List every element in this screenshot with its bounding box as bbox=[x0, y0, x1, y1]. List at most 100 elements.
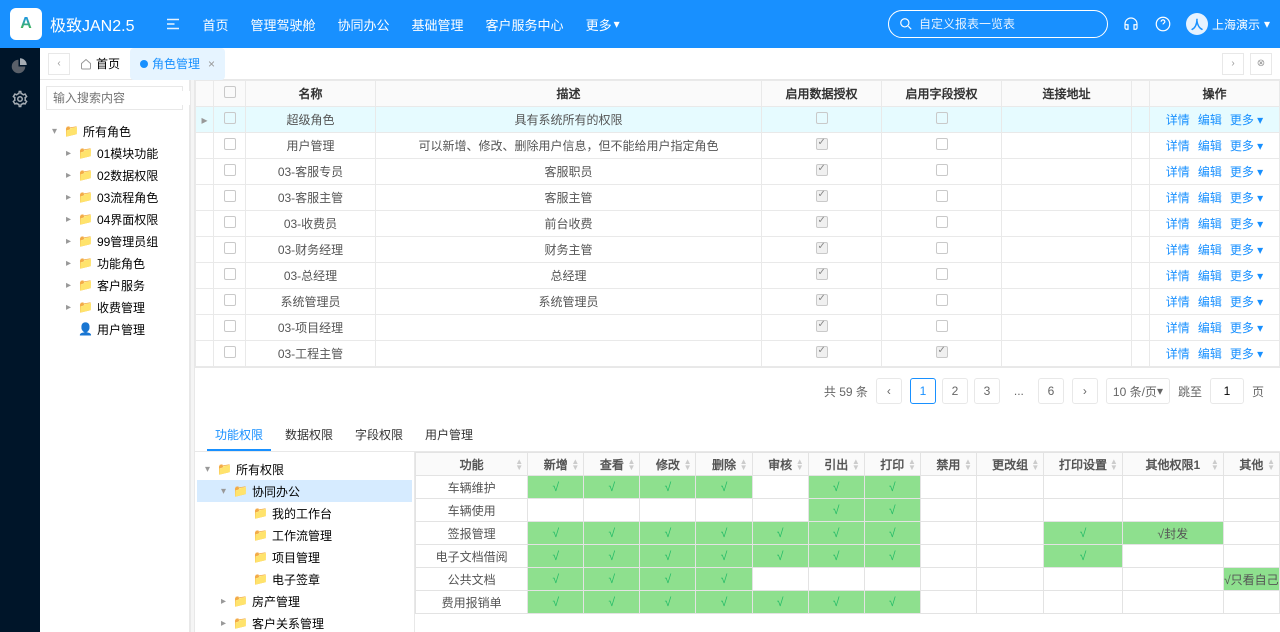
detail-link[interactable]: 详情 bbox=[1166, 217, 1190, 231]
edit-link[interactable]: 编辑 bbox=[1198, 269, 1222, 283]
perm-cell[interactable] bbox=[640, 499, 696, 522]
more-dropdown[interactable]: 更多 ▾ bbox=[1230, 269, 1263, 283]
tab-home[interactable]: 首页 bbox=[70, 48, 130, 80]
perm-cell[interactable] bbox=[752, 591, 808, 614]
perm-cell[interactable] bbox=[752, 568, 808, 591]
checkbox[interactable] bbox=[816, 216, 828, 228]
nav-item[interactable]: 更多▾ bbox=[586, 15, 620, 34]
checkbox[interactable] bbox=[816, 112, 828, 124]
perm-row[interactable]: 费用报销单 bbox=[416, 591, 1280, 614]
checkbox[interactable] bbox=[816, 138, 828, 150]
perm-row[interactable]: 公共文档√只看自己 bbox=[416, 568, 1280, 591]
row-checkbox[interactable] bbox=[224, 294, 236, 306]
perm-cell[interactable] bbox=[920, 476, 976, 499]
column-header[interactable]: 启用数据授权 bbox=[762, 81, 882, 107]
collapse-menu-icon[interactable] bbox=[164, 15, 182, 33]
perm-cell[interactable] bbox=[920, 499, 976, 522]
perm-cell[interactable] bbox=[976, 476, 1043, 499]
perm-column-header[interactable]: 功能▲▼ bbox=[416, 453, 528, 476]
subtab[interactable]: 功能权限 bbox=[207, 420, 271, 451]
tree-node[interactable]: ▸📁客户服务 bbox=[44, 274, 185, 296]
subtab[interactable]: 数据权限 bbox=[277, 420, 341, 451]
table-row[interactable]: 03-总经理总经理详情编辑更多 ▾ bbox=[196, 263, 1280, 289]
global-search[interactable] bbox=[888, 10, 1108, 38]
more-dropdown[interactable]: 更多 ▾ bbox=[1230, 113, 1263, 127]
table-row[interactable]: 03-收费员前台收费详情编辑更多 ▾ bbox=[196, 211, 1280, 237]
row-checkbox[interactable] bbox=[224, 242, 236, 254]
pager-page[interactable]: 6 bbox=[1038, 378, 1064, 404]
perm-row[interactable]: 签报管理√封发 bbox=[416, 522, 1280, 545]
table-row[interactable]: ▸超级角色具有系统所有的权限详情编辑更多 ▾ bbox=[196, 107, 1280, 133]
perm-column-header[interactable]: 引出▲▼ bbox=[808, 453, 864, 476]
expand-icon[interactable]: ▸ bbox=[66, 258, 74, 269]
perm-cell[interactable] bbox=[584, 499, 640, 522]
tree-node[interactable]: ▸📁功能角色 bbox=[44, 252, 185, 274]
perm-cell[interactable] bbox=[1044, 545, 1123, 568]
sidebar-search[interactable]: 🔍 bbox=[46, 86, 183, 110]
checkbox[interactable] bbox=[936, 294, 948, 306]
perm-tree-node[interactable]: ▾📁所有权限 bbox=[197, 458, 412, 480]
perm-cell[interactable] bbox=[864, 568, 920, 591]
perm-row[interactable]: 车辆使用 bbox=[416, 499, 1280, 522]
perm-cell[interactable] bbox=[864, 591, 920, 614]
checkbox[interactable] bbox=[816, 164, 828, 176]
expand-icon[interactable]: ▾ bbox=[221, 486, 229, 497]
checkbox[interactable] bbox=[936, 112, 948, 124]
row-checkbox[interactable] bbox=[224, 268, 236, 280]
more-dropdown[interactable]: 更多 ▾ bbox=[1230, 191, 1263, 205]
checkbox[interactable] bbox=[936, 164, 948, 176]
more-dropdown[interactable]: 更多 ▾ bbox=[1230, 321, 1263, 335]
checkbox[interactable] bbox=[816, 242, 828, 254]
nav-item[interactable]: 管理驾驶舱 bbox=[251, 15, 316, 34]
perm-cell[interactable] bbox=[640, 545, 696, 568]
nav-item[interactable]: 首页 bbox=[202, 15, 228, 34]
perm-cell[interactable] bbox=[1122, 568, 1223, 591]
perm-column-header[interactable]: 打印设置▲▼ bbox=[1044, 453, 1123, 476]
perm-cell[interactable] bbox=[1122, 476, 1223, 499]
nav-item[interactable]: 客户服务中心 bbox=[486, 15, 564, 34]
perm-cell[interactable] bbox=[696, 476, 752, 499]
headset-icon[interactable] bbox=[1122, 15, 1140, 33]
perm-cell[interactable] bbox=[1044, 499, 1123, 522]
pager-page[interactable]: 3 bbox=[974, 378, 1000, 404]
perm-cell[interactable] bbox=[752, 499, 808, 522]
perm-cell[interactable] bbox=[976, 591, 1043, 614]
perm-cell[interactable] bbox=[976, 499, 1043, 522]
perm-cell[interactable] bbox=[640, 591, 696, 614]
perm-cell[interactable] bbox=[584, 545, 640, 568]
edit-link[interactable]: 编辑 bbox=[1198, 165, 1222, 179]
perm-cell[interactable] bbox=[1122, 499, 1223, 522]
sidebar-search-input[interactable] bbox=[53, 91, 208, 105]
checkbox[interactable] bbox=[816, 320, 828, 332]
perm-cell[interactable] bbox=[1044, 476, 1123, 499]
edit-link[interactable]: 编辑 bbox=[1198, 347, 1222, 361]
perm-row[interactable]: 车辆维护 bbox=[416, 476, 1280, 499]
tab-close-all-button[interactable]: ⊗ bbox=[1250, 53, 1272, 75]
perm-cell[interactable] bbox=[696, 591, 752, 614]
checkbox[interactable] bbox=[936, 216, 948, 228]
tree-node[interactable]: ▸📁02数据权限 bbox=[44, 164, 185, 186]
expand-icon[interactable]: ▸ bbox=[66, 148, 74, 159]
column-header[interactable] bbox=[1132, 81, 1150, 107]
perm-tree-node[interactable]: 📁工作流管理 bbox=[197, 524, 412, 546]
perm-cell[interactable] bbox=[864, 499, 920, 522]
perm-cell[interactable] bbox=[1223, 476, 1279, 499]
more-dropdown[interactable]: 更多 ▾ bbox=[1230, 243, 1263, 257]
tree-node[interactable]: ▾📁所有角色 bbox=[44, 120, 185, 142]
perm-cell[interactable] bbox=[696, 522, 752, 545]
detail-link[interactable]: 详情 bbox=[1166, 165, 1190, 179]
perm-cell[interactable] bbox=[1223, 522, 1279, 545]
perm-cell[interactable] bbox=[696, 545, 752, 568]
edit-link[interactable]: 编辑 bbox=[1198, 191, 1222, 205]
perm-column-header[interactable]: 更改组▲▼ bbox=[976, 453, 1043, 476]
pager-page[interactable]: 2 bbox=[942, 378, 968, 404]
table-row[interactable]: 03-项目经理详情编辑更多 ▾ bbox=[196, 315, 1280, 341]
perm-cell[interactable] bbox=[864, 476, 920, 499]
perm-column-header[interactable]: 删除▲▼ bbox=[696, 453, 752, 476]
perm-column-header[interactable]: 其他权限1▲▼ bbox=[1122, 453, 1223, 476]
perm-cell[interactable] bbox=[528, 522, 584, 545]
perm-cell[interactable] bbox=[752, 522, 808, 545]
perm-cell[interactable] bbox=[864, 545, 920, 568]
perm-column-header[interactable]: 其他▲▼ bbox=[1223, 453, 1279, 476]
perm-cell[interactable] bbox=[808, 591, 864, 614]
